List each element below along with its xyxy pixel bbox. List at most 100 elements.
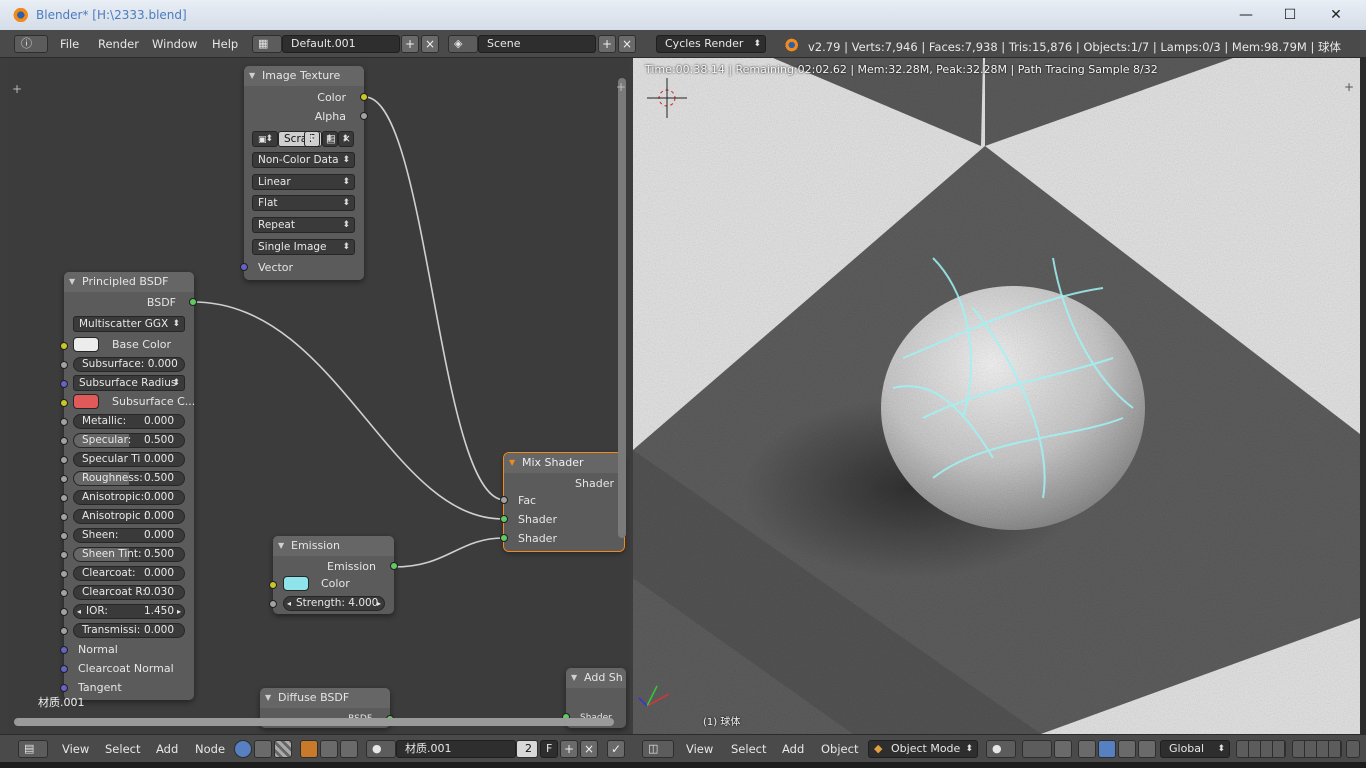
node-image-texture[interactable]: Image Texture Color Alpha ▣ Scrat F ▤ × … <box>240 66 368 280</box>
view3d-menu-add[interactable]: Add <box>782 739 804 759</box>
node-title[interactable]: Image Texture <box>244 66 364 86</box>
properties-toggle-icon[interactable]: + <box>616 80 626 94</box>
menu-render[interactable]: Render <box>98 34 139 54</box>
input-socket-subsurface-color[interactable] <box>60 399 68 407</box>
add-material-icon[interactable]: + <box>560 740 578 758</box>
metallic-field[interactable]: Metallic: 0.000 <box>73 414 185 429</box>
input-socket-tangent[interactable] <box>60 684 68 692</box>
node-principled-bsdf[interactable]: Principled BSDF BSDF Multiscatter GGX Ba… <box>60 272 197 700</box>
node-title[interactable]: Diffuse BSDF <box>260 688 390 708</box>
viewport-shading-select[interactable]: ● <box>986 740 1016 758</box>
transmission-field[interactable]: Transmissi: 0.000 <box>73 623 185 638</box>
input-socket-base-color[interactable] <box>60 342 68 350</box>
input-socket-sheen-tint[interactable] <box>60 551 68 559</box>
node-menu-select[interactable]: Select <box>105 739 140 759</box>
input-socket-strength[interactable] <box>269 600 277 608</box>
open-image-icon[interactable]: ▤ <box>322 131 338 147</box>
manipulator-extra-icon[interactable] <box>1138 740 1156 758</box>
editor-type-node-button[interactable]: ▤ <box>18 740 48 758</box>
input-socket-shader-1[interactable] <box>500 515 508 523</box>
input-socket-emission-color[interactable] <box>269 581 277 589</box>
clearcoat-field[interactable]: Clearcoat: 0.000 <box>73 566 185 581</box>
remove-scene-icon[interactable]: × <box>618 35 636 53</box>
extension-select[interactable]: Repeat <box>252 217 355 233</box>
input-socket-anisotropic[interactable] <box>60 494 68 502</box>
view3d-menu-select[interactable]: Select <box>731 739 766 759</box>
material-browse-button[interactable]: ● <box>366 740 396 758</box>
input-socket-vector[interactable] <box>240 263 248 271</box>
strength-field[interactable]: ◂ Strength: 4.000 ▸ <box>283 596 385 611</box>
input-socket-clearcoat[interactable] <box>60 570 68 578</box>
input-socket-subsurface[interactable] <box>60 361 68 369</box>
source-select[interactable]: Single Image <box>252 239 355 255</box>
node-menu-add[interactable]: Add <box>156 739 178 759</box>
line-style-icon[interactable] <box>340 740 358 758</box>
world-shader-icon[interactable] <box>320 740 338 758</box>
node-title[interactable]: Mix Shader <box>504 453 624 473</box>
node-title[interactable]: Principled BSDF <box>64 272 194 292</box>
anisotropic-rotation-field[interactable]: Anisotropic :0.000 <box>73 509 185 524</box>
add-scene-icon[interactable]: + <box>598 35 616 53</box>
screen-layout-field[interactable]: Default.001 <box>282 35 400 53</box>
increment-arrow-icon[interactable]: ▸ <box>177 605 181 618</box>
transform-orientation-select[interactable]: Global ⬍ <box>1160 740 1230 758</box>
vertical-scrollbar[interactable] <box>618 78 626 538</box>
output-socket-alpha[interactable] <box>360 112 368 120</box>
layer-buttons[interactable] <box>1236 740 1286 758</box>
unlink-image-icon[interactable]: × <box>338 131 354 147</box>
node-title[interactable]: Add Sh <box>566 668 626 688</box>
add-screen-icon[interactable]: + <box>401 35 419 53</box>
blender-logo-icon[interactable] <box>784 38 798 52</box>
decrement-arrow-icon[interactable]: ◂ <box>77 605 81 618</box>
translate-manipulator-icon[interactable] <box>1078 740 1096 758</box>
render-engine-select[interactable]: Cycles Render ⬍ <box>656 35 766 53</box>
node-emission[interactable]: Emission Emission Color ◂ Strength: 4.00… <box>269 536 398 614</box>
projection-select[interactable]: Flat <box>252 195 355 211</box>
shader-nodes-icon[interactable] <box>234 740 252 758</box>
image-browse-button[interactable]: ▣ <box>252 131 278 147</box>
roughness-field[interactable]: Roughness: 0.500 <box>73 471 185 486</box>
view3d-menu-object[interactable]: Object <box>821 739 858 759</box>
pivot-point-select[interactable] <box>1022 740 1052 758</box>
editor-type-info-button[interactable]: ⓘ <box>14 35 48 53</box>
node-title[interactable]: Emission <box>273 536 394 556</box>
fake-user-button[interactable]: F <box>304 131 320 147</box>
input-socket-specular-tint[interactable] <box>60 456 68 464</box>
layer-buttons-2[interactable] <box>1292 740 1342 758</box>
output-socket-emission[interactable] <box>390 562 398 570</box>
input-socket-clearcoat-roughness[interactable] <box>60 589 68 597</box>
input-socket-transmission[interactable] <box>60 627 68 635</box>
scene-icon[interactable]: ◈ <box>448 35 478 53</box>
texture-nodes-icon[interactable] <box>274 740 292 758</box>
input-socket-fac[interactable] <box>500 496 508 504</box>
input-socket-anisotropic-rotation[interactable] <box>60 513 68 521</box>
close-icon[interactable]: ✕ <box>1316 4 1356 26</box>
clearcoat-roughness-field[interactable]: Clearcoat R: 0.030 <box>73 585 185 600</box>
sheen-field[interactable]: Sheen: 0.000 <box>73 528 185 543</box>
screen-layout-icon[interactable]: ▦ <box>252 35 282 53</box>
output-socket-color[interactable] <box>360 93 368 101</box>
minimize-icon[interactable]: — <box>1226 4 1266 26</box>
input-socket-subsurface-radius[interactable] <box>60 380 68 388</box>
input-socket-metallic[interactable] <box>60 418 68 426</box>
menu-window[interactable]: Window <box>152 34 197 54</box>
interpolation-select[interactable]: Linear <box>252 174 355 190</box>
unlink-material-icon[interactable]: × <box>580 740 598 758</box>
input-socket-shader-2[interactable] <box>500 534 508 542</box>
object-shader-icon[interactable] <box>300 740 318 758</box>
subsurface-color-swatch[interactable] <box>73 394 99 409</box>
material-users-count[interactable]: 2 <box>516 740 538 758</box>
rotate-manipulator-icon[interactable] <box>1098 740 1116 758</box>
node-mix-shader[interactable]: Mix Shader Shader Fac Shader Shader <box>500 452 625 552</box>
scale-manipulator-icon[interactable] <box>1118 740 1136 758</box>
horizontal-scrollbar[interactable] <box>14 718 614 726</box>
base-color-swatch[interactable] <box>73 337 99 352</box>
specular-field[interactable]: Specular: 0.500 <box>73 433 185 448</box>
subsurface-field[interactable]: Subsurface: 0.000 <box>73 357 185 372</box>
input-socket-specular[interactable] <box>60 437 68 445</box>
distribution-select[interactable]: Multiscatter GGX <box>73 316 185 332</box>
input-socket-sheen[interactable] <box>60 532 68 540</box>
node-editor[interactable]: + Image Texture Color Alpha ▣ Scrat F ▤ … <box>8 58 630 734</box>
3d-viewport[interactable]: Time:00:38.14 | Remaining:02:02.62 | Mem… <box>633 58 1360 734</box>
anisotropic-field[interactable]: Anisotropic: 0.000 <box>73 490 185 505</box>
